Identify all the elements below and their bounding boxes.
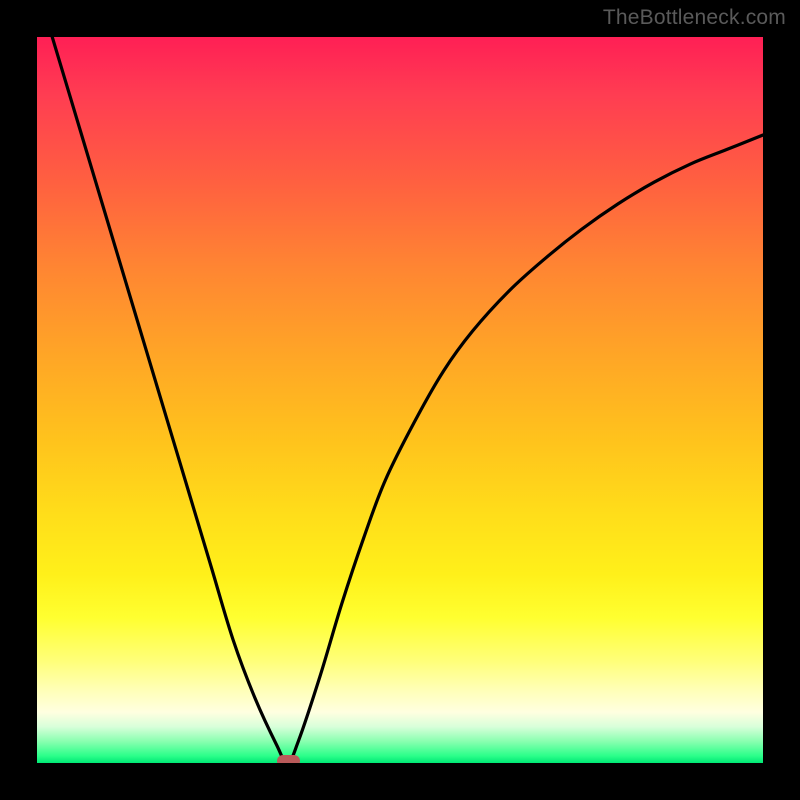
optimum-marker — [277, 755, 300, 763]
chart-frame: TheBottleneck.com — [0, 0, 800, 800]
bottleneck-curve — [37, 37, 763, 763]
watermark-text: TheBottleneck.com — [603, 6, 786, 30]
plot-area — [37, 37, 763, 763]
